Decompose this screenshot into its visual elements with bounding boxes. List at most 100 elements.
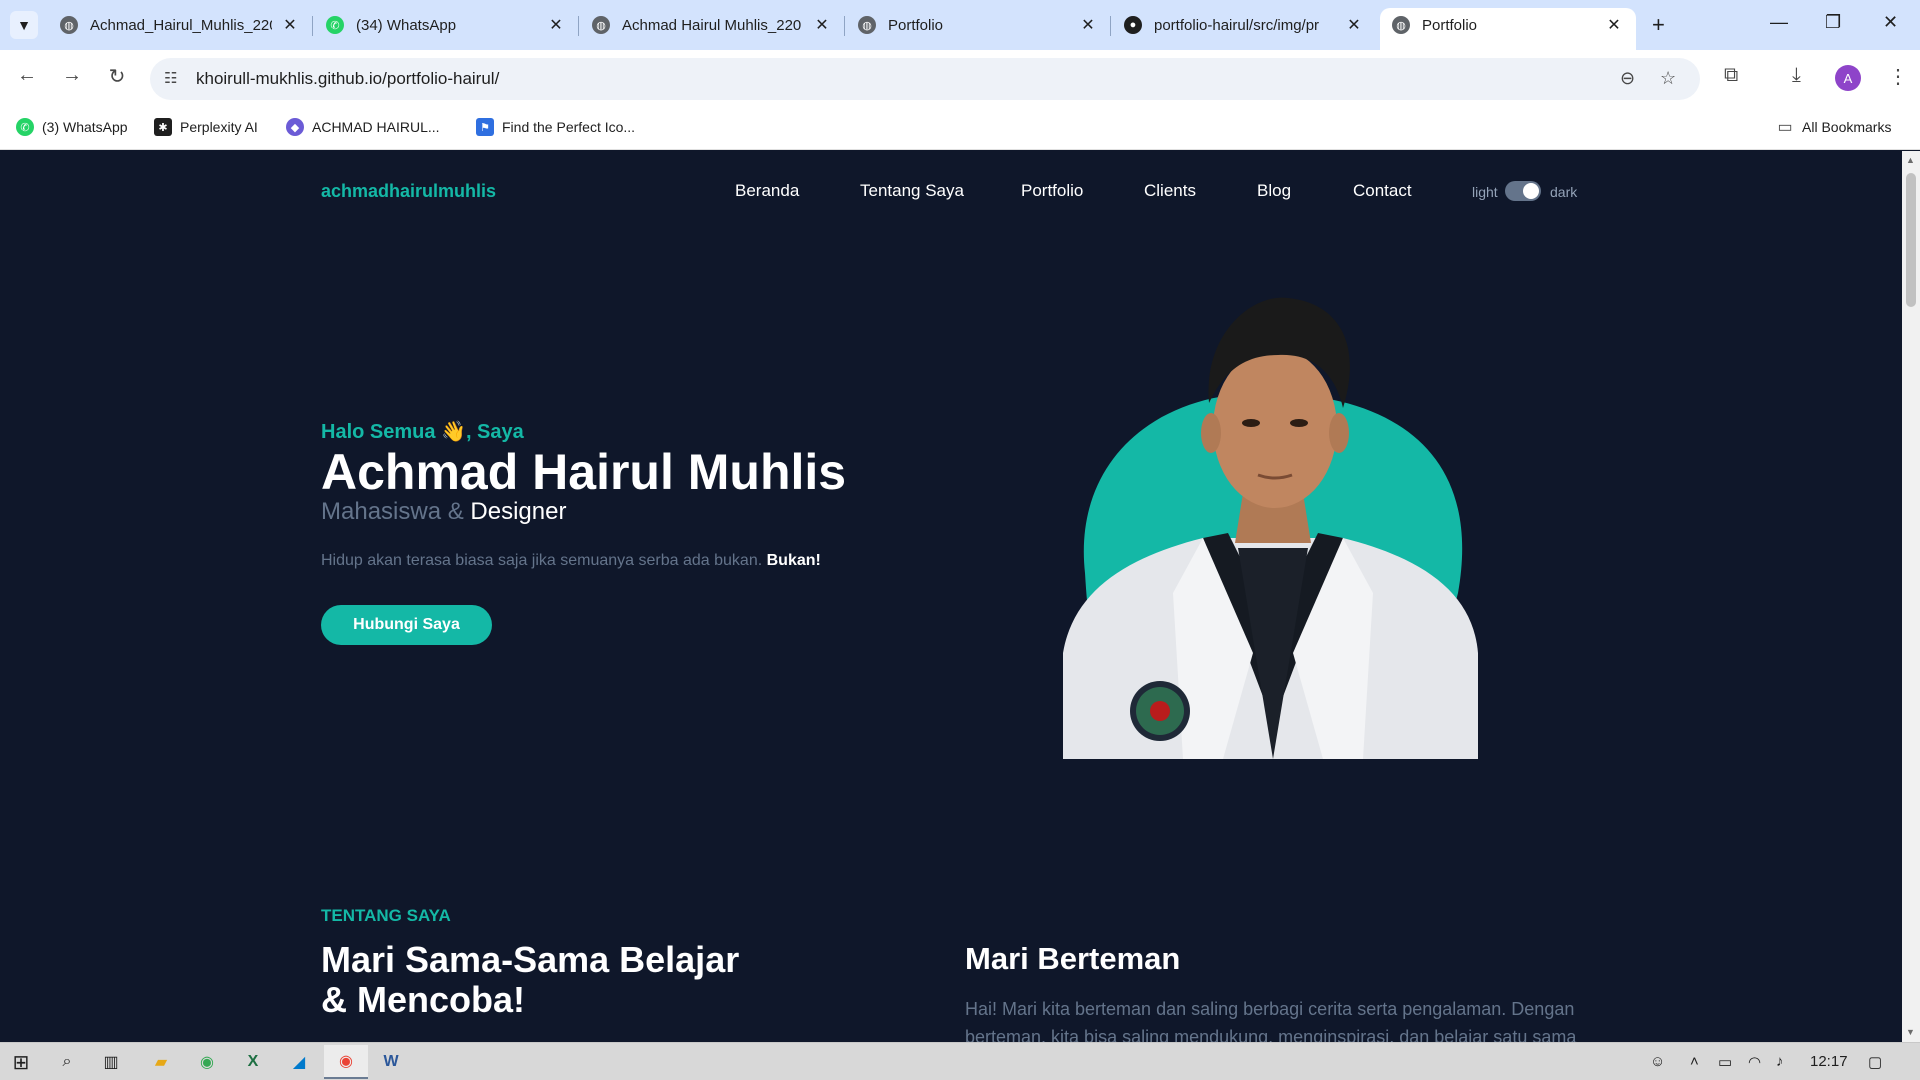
tab-5[interactable]: ● portfolio-hairul/src/img/pr ✕ [1124,8,1364,42]
windows-start-icon[interactable]: ⊞ [8,1049,34,1075]
folder-icon: ▭ [1777,119,1793,136]
tab-2[interactable]: ✆ (34) WhatsApp ✕ [326,8,566,42]
tab-1[interactable]: ◍ Achmad_Hairul_Muhlis_220 ✕ [60,8,300,42]
url-text[interactable]: khoirull-mukhlis.github.io/portfolio-hai… [196,69,499,89]
close-icon[interactable]: ✕ [546,15,566,35]
bookmark-icons[interactable]: ⚑ Find the Perfect Ico... [476,118,635,136]
zoom-icon[interactable]: ⊖ [1620,68,1635,89]
site-logo[interactable]: achmadhairulmuhlis [321,181,496,202]
tab-separator [312,16,313,36]
people-icon[interactable]: ☺ [1650,1053,1665,1070]
hero-greeting: Halo Semua 👋, Saya [321,421,524,443]
nav-blog[interactable]: Blog [1257,181,1291,201]
minimize-icon[interactable]: — [1770,12,1788,33]
contact-me-button[interactable]: Hubungi Saya [321,605,492,645]
close-icon[interactable]: ✕ [1604,15,1624,35]
tab-label: Portfolio [1422,16,1478,34]
tab-6-active[interactable]: ◍ Portfolio ✕ [1380,8,1636,50]
volume-icon[interactable]: ♪ [1776,1053,1784,1070]
theme-light-label: light [1472,184,1498,200]
bookmark-achmad[interactable]: ◆ ACHMAD HAIRUL... [286,118,440,136]
quote-strong: Bukan! [766,552,821,569]
site-info-icon[interactable]: ☷ [164,69,184,89]
back-icon[interactable]: ← [12,64,42,87]
profile-avatar[interactable]: A [1835,65,1861,91]
download-icon[interactable]: ⤓ [1792,64,1801,87]
restore-icon[interactable]: ❐ [1825,12,1841,33]
nav-portfolio[interactable]: Portfolio [1021,181,1083,201]
close-icon[interactable]: ✕ [1078,15,1098,35]
site-icon: ◆ [286,118,304,136]
os-taskbar: ⊞ ⌕ ▥ ▰ ◉ X ◢ ◉ W ☺ ˄ ▭ ◠ ♪ 12:17 ▢ [0,1042,1920,1080]
nav-tentang-saya[interactable]: Tentang Saya [860,181,964,201]
wifi-icon[interactable]: ◠ [1748,1053,1761,1071]
scroll-up-icon[interactable]: ▲ [1906,155,1915,165]
close-icon[interactable]: ✕ [812,15,832,35]
role-prefix: Mahasiswa & [321,498,471,525]
tab-search-button[interactable]: ▼ [10,11,38,39]
toggle-knob [1523,183,1539,199]
page-viewport: achmadhairulmuhlis Beranda Tentang Saya … [0,151,1902,1042]
extensions-icon[interactable]: ⧉ [1724,64,1738,87]
chevron-up-icon[interactable]: ˄ [1690,1053,1699,1070]
reload-icon[interactable]: ↻ [102,64,132,89]
perplexity-icon: ✱ [154,118,172,136]
file-explorer-icon[interactable]: ▰ [148,1049,174,1075]
bookmark-label: Perplexity AI [180,119,258,135]
page-scrollbar[interactable]: ▲ ▼ [1902,151,1920,1042]
about-section-label: TENTANG SAYA [321,906,451,925]
tab-4[interactable]: ◍ Portfolio ✕ [858,8,1098,42]
tab-separator [1110,16,1111,36]
vscode-icon[interactable]: ◢ [286,1049,312,1075]
globe-icon: ◍ [858,16,876,34]
nav-clients[interactable]: Clients [1144,181,1196,201]
tab-strip: ▼ ◍ Achmad_Hairul_Muhlis_220 ✕ ✆ (34) Wh… [0,0,1920,50]
scroll-thumb[interactable] [1906,173,1916,307]
close-window-icon[interactable]: ✕ [1883,12,1898,33]
new-tab-button[interactable]: + [1652,12,1665,38]
theme-toggle[interactable] [1505,181,1541,201]
all-bookmarks-label: All Bookmarks [1802,119,1892,135]
github-icon: ● [1124,16,1142,34]
nav-contact[interactable]: Contact [1353,181,1412,201]
about-title: Mari Sama-Sama Belajar & Mencoba! [321,939,740,1020]
friend-title: Mari Berteman [965,941,1181,976]
tab-label: portfolio-hairul/src/img/pr [1154,16,1320,34]
bookmark-whatsapp[interactable]: ✆ (3) WhatsApp [16,118,128,136]
tab-label: (34) WhatsApp [356,16,457,34]
friend-text: Hai! Mari kita berteman dan saling berba… [965,999,1577,1042]
clock-time[interactable]: 12:17 [1810,1053,1848,1070]
close-icon[interactable]: ✕ [280,15,300,35]
tab-separator [844,16,845,36]
excel-icon[interactable]: X [240,1049,266,1075]
menu-icon[interactable]: ⋮ [1888,64,1908,89]
forward-icon[interactable]: → [57,64,87,87]
bookmarks-bar: ✆ (3) WhatsApp ✱ Perplexity AI ◆ ACHMAD … [0,108,1920,150]
nav-beranda[interactable]: Beranda [735,181,799,201]
hero-role: Mahasiswa & Designer [321,498,566,526]
globe-icon: ◍ [1392,16,1410,34]
bookmark-star-icon[interactable]: ☆ [1660,68,1676,89]
address-bar[interactable]: ☷ khoirull-mukhlis.github.io/portfolio-h… [150,58,1700,100]
hero-name: Achmad Hairul Muhlis [321,444,847,500]
bookmark-label: ACHMAD HAIRUL... [312,119,440,135]
notification-icon[interactable]: ▢ [1868,1053,1882,1071]
hero-quote: Hidup akan terasa biasa saja jika semuan… [321,552,821,570]
close-icon[interactable]: ✕ [1344,15,1364,35]
quote-text: Hidup akan terasa biasa saja jika semuan… [321,552,767,569]
word-icon[interactable]: W [378,1049,404,1075]
profile-photo [1063,293,1483,759]
tab-label: Achmad Hairul Muhlis_220 [622,16,802,34]
flag-icon: ⚑ [476,118,494,136]
tab-3[interactable]: ◍ Achmad Hairul Muhlis_220 ✕ [592,8,832,42]
battery-icon[interactable]: ▭ [1718,1053,1732,1071]
all-bookmarks[interactable]: ▭ All Bookmarks [1776,118,1891,136]
task-view-icon[interactable]: ▥ [98,1049,124,1075]
role-strong: Designer [470,498,567,525]
scroll-down-icon[interactable]: ▼ [1906,1027,1915,1037]
chrome-icon[interactable]: ◉ [194,1049,220,1075]
search-icon[interactable]: ⌕ [54,1049,80,1075]
whatsapp-icon: ✆ [16,118,34,136]
chrome-active-icon[interactable]: ◉ [324,1045,368,1079]
bookmark-perplexity[interactable]: ✱ Perplexity AI [154,118,258,136]
